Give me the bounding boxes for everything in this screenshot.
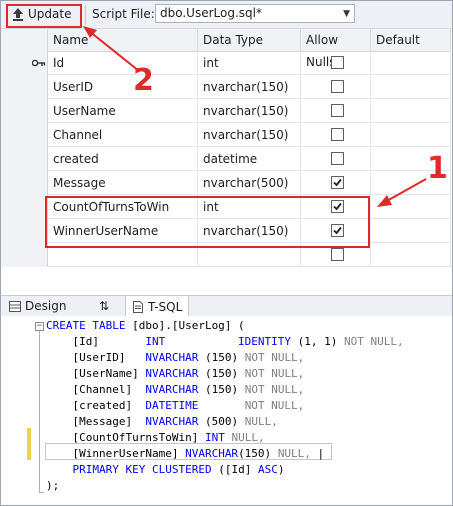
- sql-line: [Message] NVARCHAR (500) NULL,: [46, 415, 278, 428]
- sql-file-icon: [133, 300, 143, 313]
- collapse-toggle[interactable]: −: [35, 322, 44, 331]
- fold-guide: [39, 331, 40, 493]
- designer-tab-bar: Design ⇅ T-SQL: [1, 295, 452, 317]
- sql-line: [created] DATETIME NOT NULL,: [46, 399, 305, 412]
- sql-line: PRIMARY KEY CLUSTERED ([Id] ASC): [72, 463, 285, 476]
- sql-line: [UserName] NVARCHAR (150) NOT NULL,: [46, 367, 305, 380]
- fold-guide-end: [39, 492, 44, 493]
- sql-editor[interactable]: − CREATE TABLE [dbo].[UserLog] ( [Id] IN…: [1, 316, 452, 505]
- table-designer-window: Update Script File: dbo.UserLog.sql* ▼ N…: [0, 0, 453, 506]
- design-grid-icon: [9, 300, 21, 312]
- tab-tsql-label: T-SQL: [148, 299, 183, 314]
- sql-line: [CountOfTurnsToWin] INT NULL,: [46, 431, 265, 444]
- tab-design-label: Design: [25, 299, 67, 313]
- sql-line: );: [46, 479, 60, 492]
- sql-line: [Id] INT IDENTITY (1, 1) NOT NULL,: [46, 335, 404, 348]
- sql-line: CREATE TABLE [dbo].[UserLog] (: [46, 319, 245, 332]
- swap-panes-button[interactable]: ⇅: [93, 296, 115, 316]
- tab-tsql[interactable]: T-SQL: [125, 296, 190, 317]
- tab-design[interactable]: Design: [3, 296, 72, 316]
- annotation-number-2: 2: [133, 63, 154, 98]
- sql-line: [UserID] NVARCHAR (150) NOT NULL,: [46, 351, 305, 364]
- sql-line: [WinnerUserName] NVARCHAR(150) NULL, |: [46, 447, 325, 460]
- annotation-number-1: 1: [427, 151, 448, 186]
- swap-icon: ⇅: [99, 299, 110, 313]
- annotation-arrows: [83, 26, 427, 207]
- sql-line: [Channel] NVARCHAR (150) NOT NULL,: [46, 383, 305, 396]
- changed-lines-marker: [27, 428, 31, 460]
